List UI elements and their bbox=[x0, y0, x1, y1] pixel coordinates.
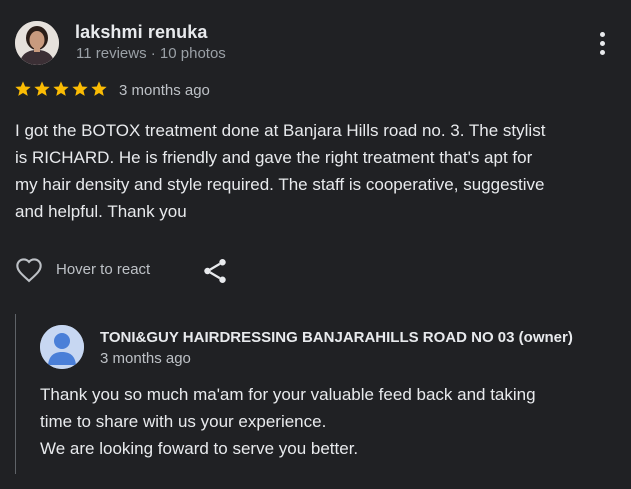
react-button[interactable]: Hover to react bbox=[12, 255, 167, 287]
owner-reply-text: Thank you so much ma'am for your valuabl… bbox=[40, 381, 620, 462]
review-text-line: my hair density and style required. The … bbox=[15, 175, 545, 194]
star-icon bbox=[15, 81, 31, 96]
review-text-line: I got the BOTOX treatment done at Banjar… bbox=[15, 121, 546, 140]
share-icon bbox=[204, 259, 226, 283]
review-card: lakshmi renuka 11 reviews · 10 photos 3 … bbox=[0, 0, 631, 489]
owner-reply-line: We are looking foward to serve you bette… bbox=[40, 439, 359, 458]
review-time: 3 months ago bbox=[119, 82, 210, 99]
owner-reply: TONI&GUY HAIRDRESSING BANJARAHILLS ROAD … bbox=[15, 314, 626, 474]
owner-name: TONI&GUY HAIRDRESSING BANJARAHILLS ROAD … bbox=[100, 329, 573, 346]
star-rating bbox=[14, 80, 108, 98]
avatar-photo bbox=[15, 21, 59, 65]
review-text-line: and helpful. Thank you bbox=[15, 202, 187, 221]
owner-reply-line: time to share with us your experience. bbox=[40, 412, 327, 431]
more-options-button[interactable] bbox=[592, 28, 612, 60]
react-label: Hover to react bbox=[56, 261, 151, 278]
more-vertical-icon bbox=[600, 41, 605, 46]
share-button[interactable] bbox=[200, 256, 230, 286]
author-name[interactable]: lakshmi renuka bbox=[75, 22, 207, 43]
author-meta: 11 reviews · 10 photos bbox=[76, 45, 226, 62]
heart-outline-icon bbox=[16, 258, 42, 283]
person-icon bbox=[40, 325, 84, 369]
owner-reply-time: 3 months ago bbox=[100, 350, 191, 367]
avatar[interactable] bbox=[15, 21, 59, 65]
owner-reply-line: Thank you so much ma'am for your valuabl… bbox=[40, 385, 536, 404]
star-icon bbox=[72, 81, 88, 96]
star-icon bbox=[34, 81, 50, 96]
more-vertical-icon bbox=[600, 32, 605, 37]
review-text: I got the BOTOX treatment done at Banjar… bbox=[15, 117, 623, 225]
star-icon bbox=[91, 81, 107, 96]
more-vertical-icon bbox=[600, 50, 605, 55]
star-icon bbox=[53, 81, 69, 96]
owner-avatar bbox=[40, 325, 84, 369]
review-text-line: is RICHARD. He is friendly and gave the … bbox=[15, 148, 533, 167]
